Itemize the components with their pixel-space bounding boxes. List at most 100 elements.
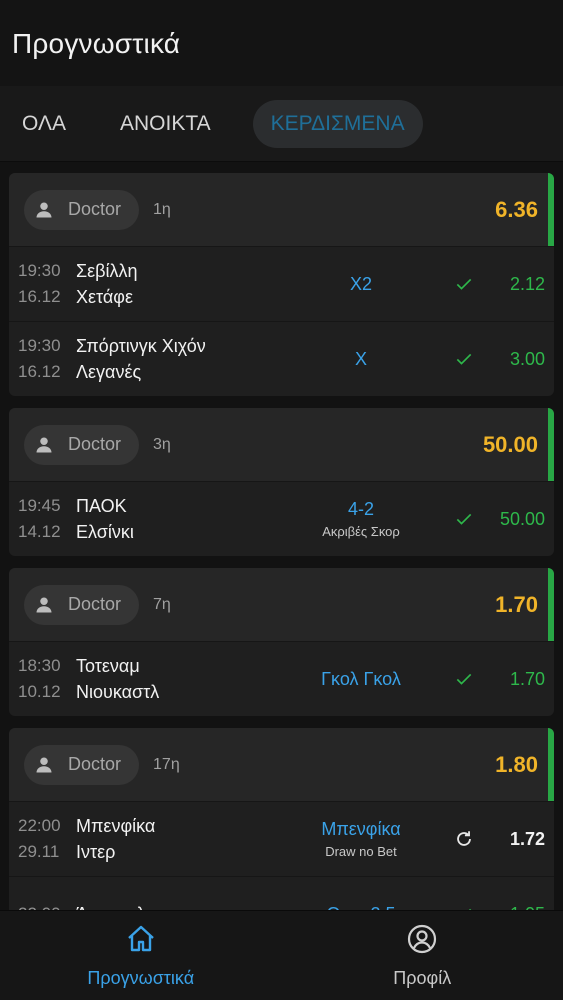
user-icon	[34, 200, 54, 220]
check-icon	[441, 349, 487, 369]
check-icon	[441, 669, 487, 689]
tipster-pill[interactable]: Doctor	[24, 424, 140, 465]
match-date: 10.12	[18, 682, 61, 701]
tipster-name: Doctor	[68, 594, 122, 614]
pick-market: Ακριβές Σκορ	[322, 524, 400, 539]
bet-slip-card[interactable]: Doctor 17η 1.80 22:00 29.11 Μπενφίκα Ιντερ Μπεν…	[9, 728, 554, 910]
match-date: 16.12	[18, 287, 61, 306]
bet-slip-card[interactable]: Doctor 3η 50.00 19:45 14.12 ΠΑΟΚ Ελσίνκι 4-2 Ακρ…	[9, 408, 554, 556]
tab-all[interactable]: ΟΛΑ	[10, 100, 78, 148]
match-datetime: 22:00	[18, 901, 76, 910]
bet-slip-header: Doctor 7η 1.70	[9, 568, 554, 641]
total-odds: 6.36	[495, 196, 538, 222]
bet-slip-card[interactable]: Doctor 7η 1.70 18:30 10.12 Τοτεναμ Νιουκαστλ Γκ…	[9, 568, 554, 716]
away-team: Χετάφε	[76, 287, 133, 307]
tipster-pill[interactable]: Doctor	[24, 744, 140, 785]
tipster-pill[interactable]: Doctor	[24, 189, 140, 230]
bet-pick: 4-2 Ακριβές Σκορ	[281, 499, 441, 539]
away-team: Ιντερ	[76, 842, 116, 862]
home-team: ΠΑΟΚ	[76, 496, 127, 516]
pick-value: Μπενφίκα	[321, 819, 401, 839]
match-time: 22:00	[18, 816, 61, 835]
match-time: 18:30	[18, 656, 61, 675]
match-date: 16.12	[18, 362, 61, 381]
posted-ago: 3η	[153, 435, 171, 453]
user-icon	[34, 435, 54, 455]
match-teams: ΠΑΟΚ Ελσίνκι	[76, 493, 281, 545]
pick-value: X2	[349, 273, 373, 294]
bet-pick: Μπενφίκα Draw no Bet	[281, 819, 441, 859]
pick-value: Γκολ Γκολ	[321, 668, 401, 689]
away-team: Νιουκαστλ	[76, 682, 160, 702]
tab-won[interactable]: ΚΕΡΔΙΣΜΕΝΑ	[252, 99, 423, 148]
away-team: Ελσίνκι	[76, 522, 134, 542]
refund-icon	[441, 828, 487, 850]
pick-market: Draw no Bet	[325, 844, 397, 859]
match-teams: Σεβίλλη Χετάφε	[76, 258, 281, 310]
profile-icon	[406, 923, 438, 960]
match-odds: 1.72	[509, 828, 545, 849]
predictions-feed[interactable]: Doctor 1η 6.36 19:30 16.12 Σεβίλλη Χετάφε X2 2.1…	[0, 163, 563, 910]
bet-slip-header: Doctor 1η 6.36	[9, 173, 554, 246]
match-odds: 3.00	[509, 348, 545, 369]
match-time: 19:30	[18, 336, 61, 355]
home-team: Μπενφίκα	[76, 816, 156, 836]
match-row[interactable]: 19:45 14.12 ΠΑΟΚ Ελσίνκι 4-2 Ακριβές Σκορ 50.0…	[9, 481, 554, 556]
match-datetime: 22:00 29.11	[18, 813, 76, 865]
pick-value: X	[354, 348, 367, 369]
tipster-name: Doctor	[68, 754, 122, 774]
nav-predictions[interactable]: Προγνωστικά	[0, 911, 282, 1000]
posted-ago: 1η	[153, 200, 171, 218]
match-row[interactable]: 22:00ΆρσεναλOver 2.51.05	[9, 876, 554, 910]
page-title: Προγνωστικά	[12, 28, 181, 59]
match-row[interactable]: 19:30 16.12 Σπόρτινγκ Χιχόν Λεγανές X 3.00	[9, 321, 554, 396]
nav-label: Προφίλ	[393, 967, 452, 988]
match-row[interactable]: 19:30 16.12 Σεβίλλη Χετάφε X2 2.12	[9, 246, 554, 321]
match-datetime: 19:30 16.12	[18, 258, 76, 310]
match-time: 19:30	[18, 261, 61, 280]
bet-pick: X2	[281, 274, 441, 295]
home-icon	[125, 923, 157, 960]
check-icon	[441, 274, 487, 294]
posted-ago: 17η	[153, 755, 180, 773]
match-row[interactable]: 22:00 29.11 Μπενφίκα Ιντερ Μπενφίκα Draw no B…	[9, 801, 554, 876]
user-icon	[34, 755, 54, 775]
match-teams: Τοτεναμ Νιουκαστλ	[76, 653, 281, 705]
filter-tabs: ΟΛΑ ΑΝΟΙΚΤΑ ΚΕΡΔΙΣΜΕΝΑ	[0, 86, 563, 162]
match-time: 22:00	[18, 901, 76, 910]
match-date: 29.11	[18, 842, 60, 861]
bet-pick: Γκολ Γκολ	[281, 669, 441, 690]
match-date: 14.12	[18, 522, 61, 541]
user-icon	[34, 595, 54, 615]
total-odds: 1.80	[495, 751, 538, 777]
tipster-pill[interactable]: Doctor	[24, 584, 140, 625]
match-odds: 50.00	[499, 508, 545, 529]
bet-slip-card[interactable]: Doctor 1η 6.36 19:30 16.12 Σεβίλλη Χετάφε X2 2.1…	[9, 173, 554, 396]
match-odds: 2.12	[509, 273, 545, 294]
match-teams: Μπενφίκα Ιντερ	[76, 813, 281, 865]
total-odds: 1.70	[495, 591, 538, 617]
home-team: Άρσεναλ	[76, 901, 281, 910]
tab-open[interactable]: ΑΝΟΙΚΤΑ	[108, 100, 223, 148]
match-datetime: 19:30 16.12	[18, 333, 76, 385]
match-odds: 1.70	[509, 668, 545, 689]
tipster-name: Doctor	[68, 434, 122, 454]
home-team: Σεβίλλη	[76, 261, 138, 281]
match-teams: Άρσεναλ	[76, 901, 281, 910]
app-header: Προγνωστικά	[0, 0, 563, 86]
check-icon	[441, 509, 487, 529]
bet-slip-header: Doctor 17η 1.80	[9, 728, 554, 801]
nav-label: Προγνωστικά	[87, 967, 195, 988]
away-team: Λεγανές	[76, 362, 142, 382]
match-row[interactable]: 18:30 10.12 Τοτεναμ Νιουκαστλ Γκολ Γκολ 1.70	[9, 641, 554, 716]
pick-value: 4-2	[347, 499, 374, 519]
home-team: Σπόρτινγκ Χιχόν	[76, 336, 206, 356]
match-teams: Σπόρτινγκ Χιχόν Λεγανές	[76, 333, 281, 385]
match-time: 19:45	[18, 496, 61, 515]
bet-pick: X	[281, 349, 441, 370]
tipster-name: Doctor	[68, 199, 122, 219]
bottom-nav: Προγνωστικά Προφίλ	[0, 910, 563, 1000]
nav-profile[interactable]: Προφίλ	[282, 911, 563, 1000]
total-odds: 50.00	[482, 431, 538, 457]
match-datetime: 19:45 14.12	[18, 493, 76, 545]
